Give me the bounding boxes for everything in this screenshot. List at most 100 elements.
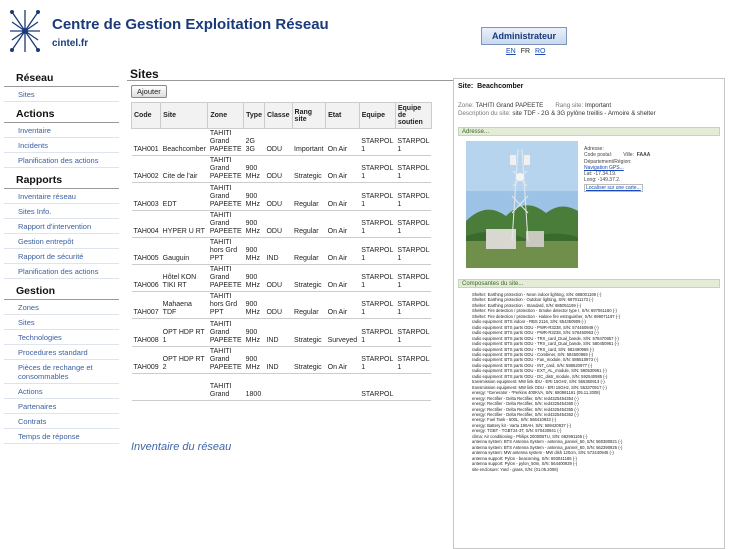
sidebar-item[interactable]: Sites: [4, 315, 119, 330]
table-row[interactable]: TAH002 Cite de l'air TAHITI Grand PAPEETE 9…: [131, 155, 432, 184]
sidebar-item[interactable]: Contrats: [4, 414, 119, 429]
table-cell: STARPOL 1: [395, 182, 432, 211]
table-cell: TAH001: [131, 128, 161, 157]
column-header[interactable]: Zone: [207, 102, 245, 129]
table-cell: STARPOL 1: [359, 182, 396, 211]
table-cell: OPT HDP RT 1: [160, 318, 208, 347]
sidebar-item[interactable]: Rapport d'intervention: [4, 219, 119, 234]
column-header[interactable]: Code: [130, 102, 162, 129]
column-header[interactable]: Equipe de soutien: [394, 102, 432, 129]
table-cell: STARPOL 1: [395, 346, 432, 374]
table-cell: On Air: [325, 155, 360, 184]
table-cell: STARPOL 1: [359, 155, 396, 184]
address-section-bar[interactable]: Adresse...: [458, 127, 720, 136]
sidebar-item[interactable]: Planification des actions: [4, 153, 119, 168]
rang-value: Important: [584, 102, 612, 109]
table-cell: Cite de l'air: [160, 155, 208, 184]
column-header[interactable]: Type: [243, 102, 265, 129]
sidebar-item[interactable]: Gestion entrepôt: [4, 234, 119, 249]
table-cell: STARPOL 1: [359, 210, 396, 238]
column-header[interactable]: Equipe: [358, 102, 396, 129]
table-row[interactable]: TAH008 OPT HDP RT 1 TAHITI Grand PAPEETE 90…: [131, 318, 432, 347]
lang-en-link[interactable]: EN: [506, 48, 516, 55]
sidebar: Réseau Sites Actions Inventaire Incidents Pla…: [0, 66, 123, 502]
table-cell: Mahaena TDF: [160, 291, 208, 320]
sidebar-item[interactable]: Temps de réponse: [4, 429, 119, 444]
table-cell: Important: [292, 128, 326, 157]
table-cell: TAH007: [131, 291, 161, 320]
description-value: site TDF - 2G & 3G pylône treillis - Arm…: [512, 110, 656, 117]
table-cell: Hôtel KON TIKI RT: [160, 264, 208, 293]
table-cell: TAHITI hors Grd PPT: [207, 237, 244, 265]
table-row[interactable]: TAHITI Grand 1800 STARPOL: [131, 373, 432, 401]
table-cell: STARPOL 1: [395, 210, 432, 238]
table-row[interactable]: TAH004 HYPER U RT TAHITI Grand PAPEETE 900 …: [131, 210, 432, 238]
page-title: Sites: [127, 64, 453, 81]
table-cell: STARPOL 1: [395, 155, 432, 184]
table-cell: TAH009: [131, 346, 161, 374]
table-cell: ODU: [264, 182, 293, 211]
table-cell: HYPER U RT: [160, 210, 208, 238]
table-row[interactable]: TAH001 Beachcomber TAHITI Grand PAPEETE 2G …: [131, 128, 432, 157]
column-header[interactable]: Classe: [263, 102, 293, 129]
sidebar-item[interactable]: Rapport de sécurité: [4, 249, 119, 264]
table-row[interactable]: TAH003 EDT TAHITI Grand PAPEETE 900 MHz ODU R…: [131, 182, 432, 211]
sidebar-item[interactable]: Sites Info.: [4, 204, 119, 219]
add-button[interactable]: Ajouter: [131, 85, 167, 98]
sidebar-item[interactable]: Procedures standard: [4, 345, 119, 360]
table-cell: Regular: [292, 182, 326, 211]
table-cell: STARPOL 1: [395, 264, 432, 293]
table-cell: Gauguin: [160, 237, 208, 265]
sidebar-item[interactable]: Technologies: [4, 330, 119, 345]
table-cell: Regular: [292, 237, 326, 265]
table-row[interactable]: TAH006 Hôtel KON TIKI RT TAHITI Grand PAPE…: [131, 264, 432, 293]
column-header[interactable]: Rang site: [291, 102, 327, 129]
sidebar-item[interactable]: Pièces de rechange et consommables: [4, 360, 119, 384]
user-button[interactable]: Administrateur: [481, 27, 567, 45]
table-cell: STARPOL 1: [359, 346, 396, 374]
column-header[interactable]: Etat: [325, 102, 360, 129]
description-line: Description du site: site TDF - 2G & 3G …: [458, 110, 656, 117]
sidebar-section-title: Actions: [4, 102, 119, 123]
table-cell: 900 MHz: [243, 264, 265, 293]
locate-on-map-link[interactable]: Localiser sur une carte...: [584, 183, 643, 193]
table-cell: ODU: [264, 128, 293, 157]
table-cell: TAH004: [131, 210, 161, 238]
table-cell: Strategic: [292, 264, 326, 293]
sidebar-item[interactable]: Partenaires: [4, 399, 119, 414]
table-header-row: Code Site Zone Type Classe Rang site Etat Equip…: [130, 102, 432, 129]
sidebar-item[interactable]: Planification des actions: [4, 264, 119, 279]
table-row[interactable]: TAH009 OPT HDP RT 2 TAHITI Grand PAPEETE 90…: [131, 346, 432, 374]
column-header[interactable]: Site: [160, 102, 209, 129]
table-row[interactable]: TAH005 Gauguin TAHITI hors Grd PPT 900 MHz I…: [131, 237, 432, 265]
table-cell: STARPOL 1: [359, 237, 396, 265]
lang-ro-link[interactable]: RO: [535, 48, 546, 55]
sidebar-item[interactable]: Inventaire: [4, 123, 119, 138]
table-cell: 900 MHz: [243, 182, 265, 211]
sidebar-item[interactable]: Zones: [4, 300, 119, 315]
table-cell: STARPOL: [359, 373, 396, 401]
lang-fr-link[interactable]: FR: [521, 48, 530, 55]
sidebar-item[interactable]: Sites: [4, 87, 119, 102]
table-cell: ODU: [264, 210, 293, 238]
rang-label: Rang site:: [555, 102, 584, 109]
table-cell: Regular: [292, 210, 326, 238]
sidebar-item[interactable]: Actions: [4, 384, 119, 399]
components-section-bar[interactable]: Composantes du site...: [458, 279, 720, 288]
app-title: Centre de Gestion Exploitation Réseau: [52, 16, 329, 33]
domain-label: cintel.fr: [52, 38, 89, 49]
table-cell: Regular: [292, 291, 326, 320]
table-cell: IND: [264, 237, 293, 265]
table-cell: [292, 373, 326, 401]
sidebar-item[interactable]: Inventaire réseau: [4, 189, 119, 204]
table-cell: [160, 373, 208, 401]
sidebar-item[interactable]: Incidents: [4, 138, 119, 153]
table-row[interactable]: TAH007 Mahaena TDF TAHITI hors Grd PPT 900 …: [131, 291, 432, 320]
table-cell: On Air: [325, 210, 360, 238]
city-label: Ville:: [623, 152, 634, 159]
address-info: Adresse: Code postal: Ville: FAAA Départ…: [584, 146, 650, 193]
table-cell: 900 MHz: [243, 318, 265, 347]
site-label: Site:: [458, 83, 474, 90]
table-cell: On Air: [325, 346, 360, 374]
app-header: Centre de Gestion Exploitation Réseau ci…: [0, 0, 732, 64]
